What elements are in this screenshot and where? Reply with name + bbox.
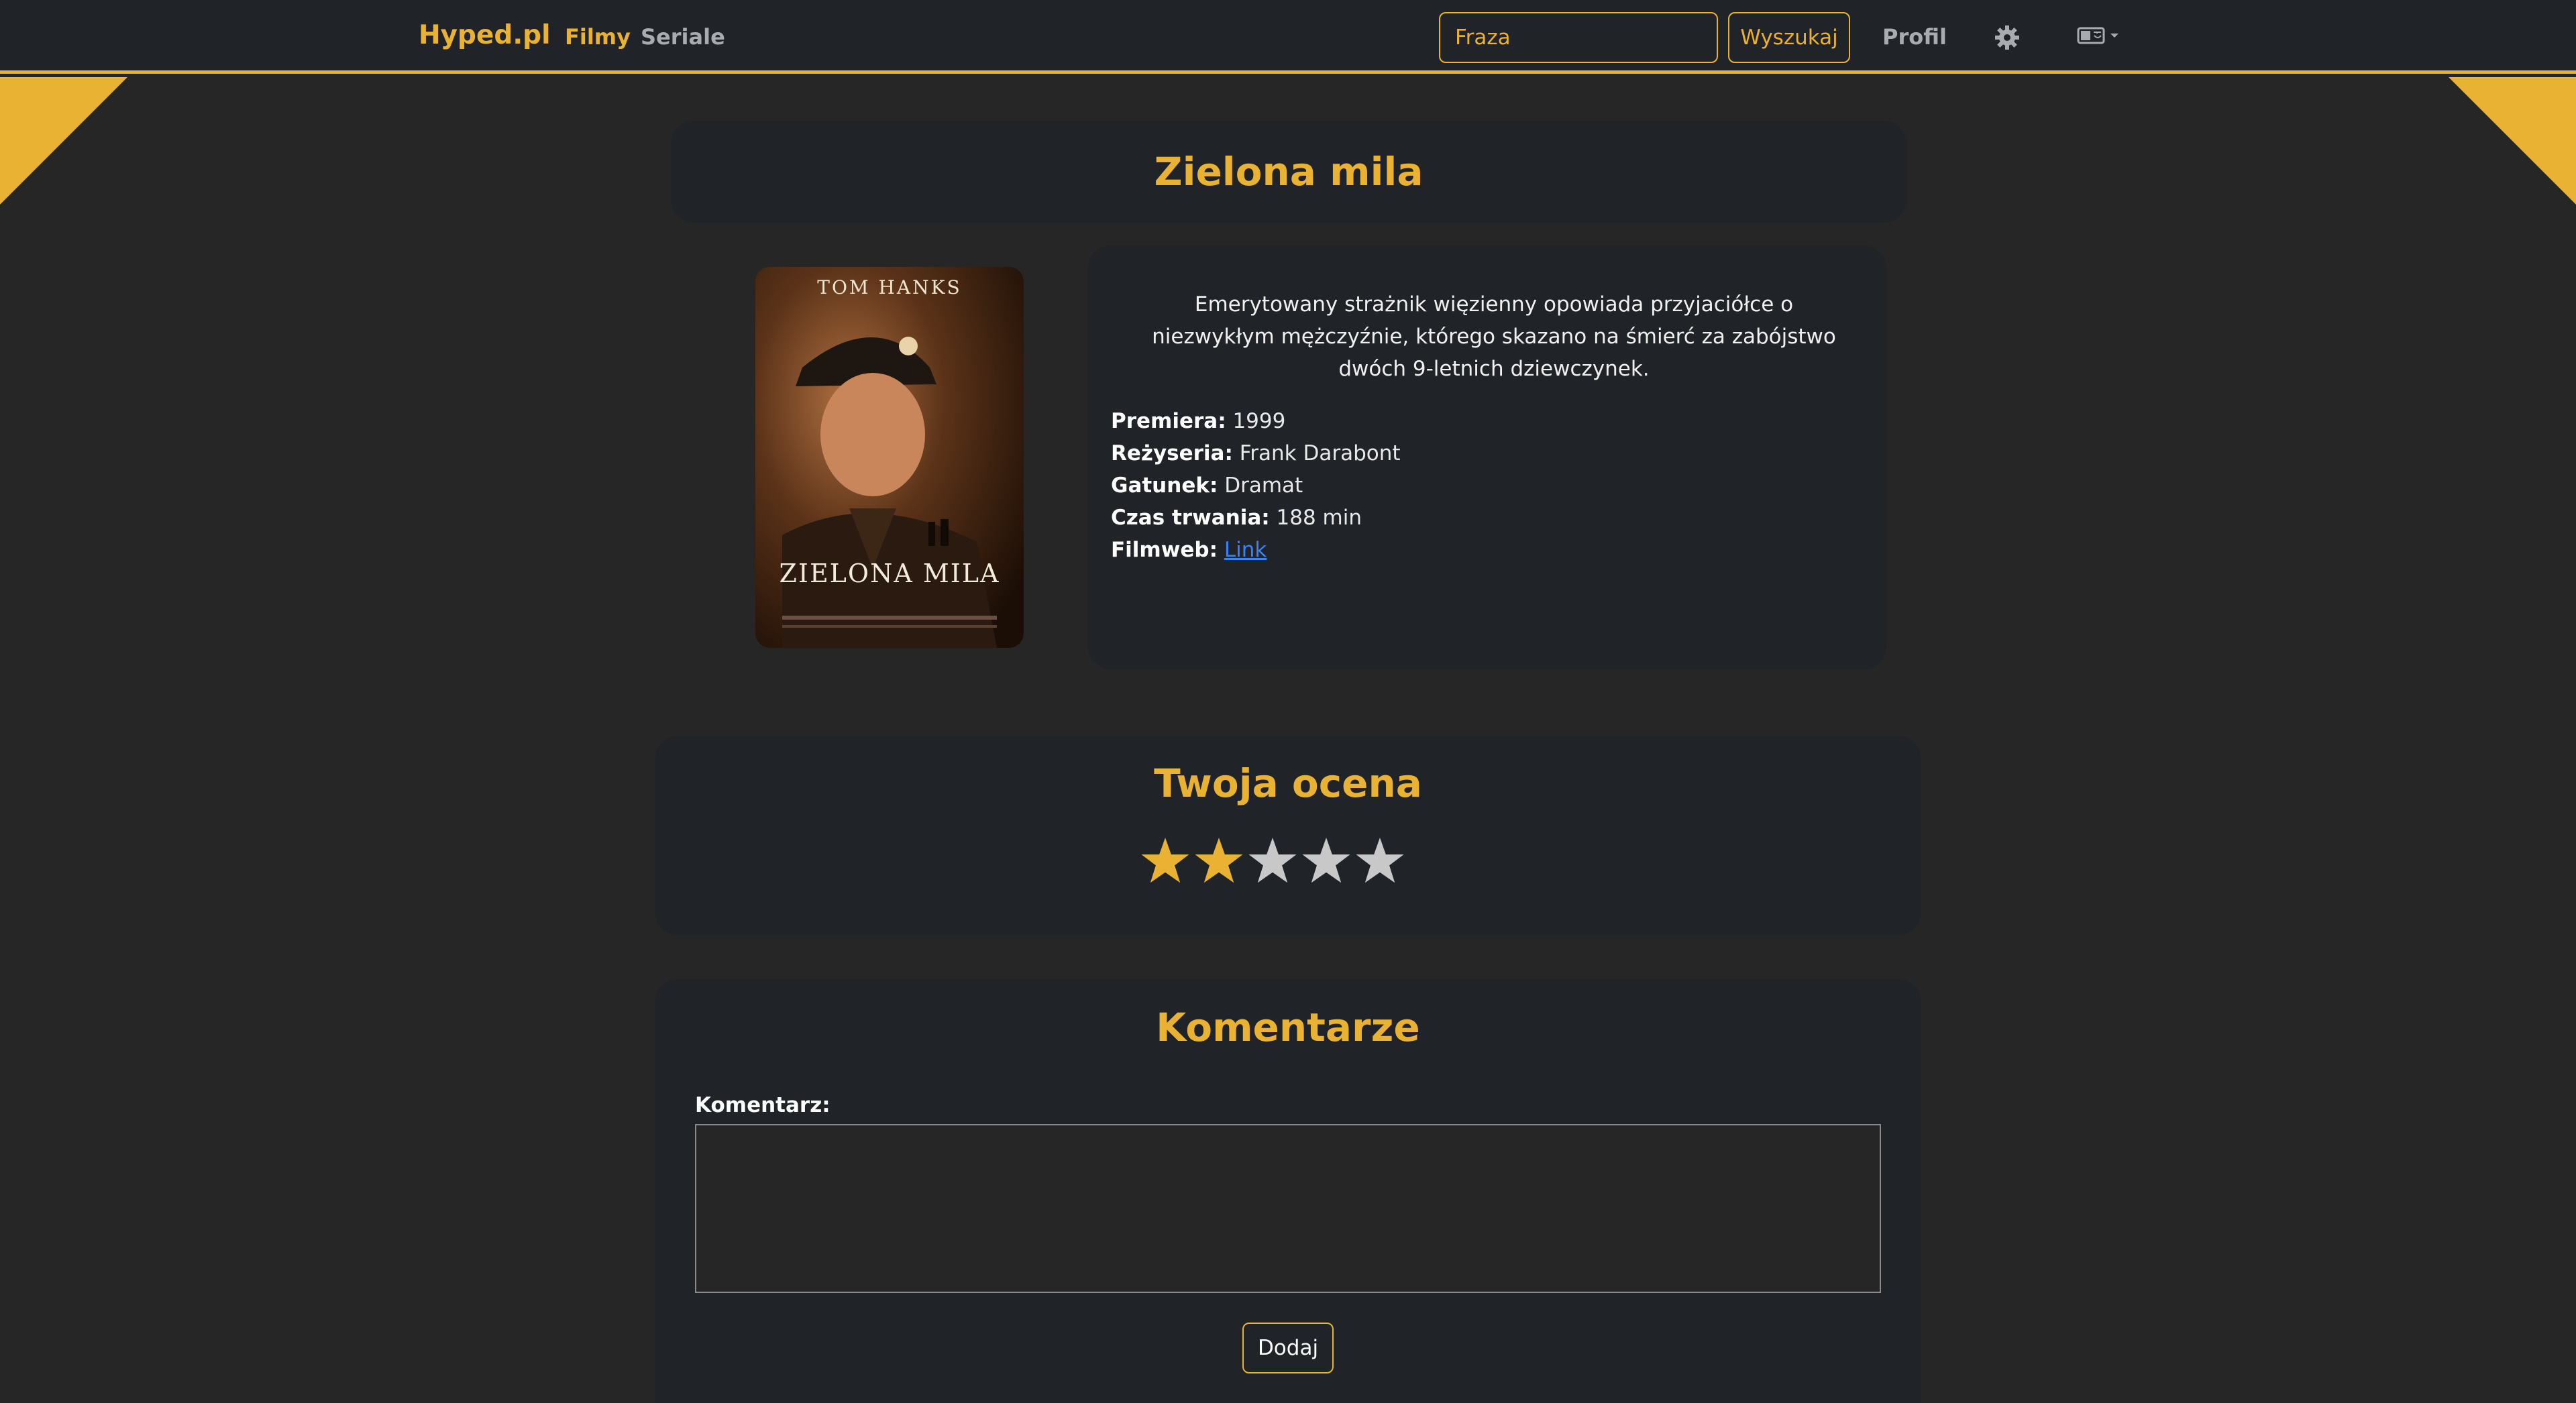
nav-link-series[interactable]: Seriale [641, 24, 725, 50]
premiere-label: Premiera: [1111, 409, 1226, 433]
movie-details: Premiera: 1999 Reżyseria: Frank Darabont… [1111, 405, 1401, 566]
comments-card: Komentarze Komentarz: Dodaj [655, 979, 1921, 1403]
duration-row: Czas trwania: 188 min [1111, 502, 1401, 534]
director-value: Frank Darabont [1239, 441, 1401, 465]
gear-icon[interactable] [1994, 24, 2021, 51]
premiere-row: Premiera: 1999 [1111, 405, 1401, 437]
nav-link-films[interactable]: Filmy [565, 24, 631, 50]
movie-info-card: Emerytowany strażnik więzienny opowiada … [1088, 245, 1886, 669]
language-icon[interactable] [2077, 25, 2124, 47]
corner-decoration-right [2449, 77, 2576, 205]
duration-value: 188 min [1276, 506, 1362, 530]
comment-label: Komentarz: [695, 1093, 830, 1117]
director-label: Reżyseria: [1111, 441, 1233, 465]
brand-logo[interactable]: Hyped.pl [419, 20, 550, 50]
poster-actor-text: TOM HANKS [817, 276, 961, 298]
movie-title-card: Zielona mila [671, 121, 1907, 223]
poster-image: TOM HANKS ZIELONA MILA [755, 267, 1024, 648]
star-icon-2[interactable] [1194, 836, 1244, 885]
filmweb-label: Filmweb: [1111, 538, 1218, 562]
poster-title-text: ZIELONA MILA [780, 559, 1000, 588]
filmweb-link[interactable]: Link [1224, 538, 1267, 562]
search-input[interactable] [1439, 12, 1718, 63]
star-icon-5[interactable] [1355, 836, 1405, 885]
movie-description: Emerytowany strażnik więzienny opowiada … [1152, 292, 1836, 381]
genre-value: Dramat [1224, 473, 1303, 498]
genre-label: Gatunek: [1111, 473, 1218, 498]
star-icon-1[interactable] [1140, 836, 1190, 885]
premiere-value: 1999 [1232, 409, 1286, 433]
navbar: Hyped.pl Filmy Seriale Wyszukaj Profil [0, 0, 2576, 74]
director-row: Reżyseria: Frank Darabont [1111, 437, 1401, 469]
movie-title: Zielona mila [1154, 149, 1424, 194]
comments-heading: Komentarze [1156, 1005, 1420, 1050]
star-icon-3[interactable] [1248, 836, 1297, 885]
rating-heading: Twoja ocena [1154, 761, 1422, 806]
filmweb-row: Filmweb: Link [1111, 534, 1401, 566]
duration-label: Czas trwania: [1111, 506, 1270, 530]
add-comment-button[interactable]: Dodaj [1242, 1323, 1334, 1373]
star-rating [1140, 836, 1405, 885]
corner-decoration-left [0, 77, 127, 205]
comment-textarea[interactable] [695, 1124, 1881, 1293]
nav-link-profile[interactable]: Profil [1882, 24, 1947, 50]
search-button[interactable]: Wyszukaj [1728, 12, 1850, 63]
movie-poster: TOM HANKS ZIELONA MILA [755, 267, 1024, 648]
star-icon-4[interactable] [1301, 836, 1351, 885]
rating-card: Twoja ocena [655, 736, 1921, 935]
genre-row: Gatunek: Dramat [1111, 469, 1401, 502]
